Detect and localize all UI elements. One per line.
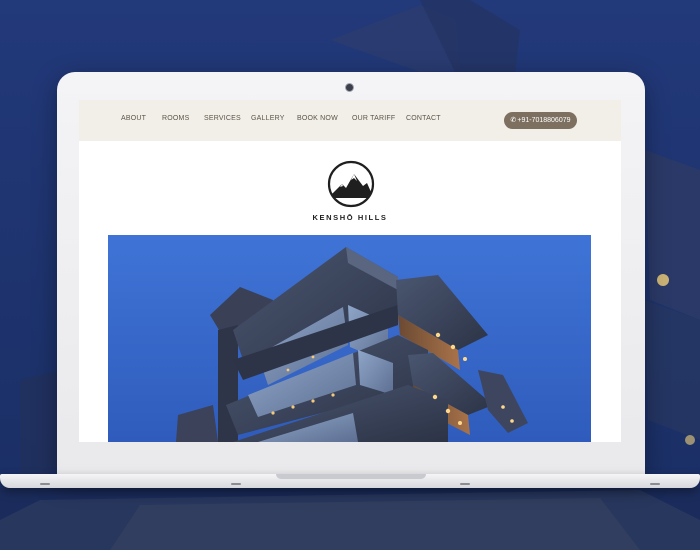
website-screen: ABOUT ROOMS SERVICES GALLERY BOOK NOW OU… xyxy=(79,100,621,442)
laptop-base-notch xyxy=(276,474,426,479)
laptop-foot-mid-left xyxy=(231,483,241,485)
showcase-stage: ABOUT ROOMS SERVICES GALLERY BOOK NOW OU… xyxy=(0,0,700,550)
brand-name: KENSHŌ HILLS xyxy=(312,213,388,222)
hero-building-photo xyxy=(108,235,591,442)
webcam xyxy=(345,83,354,92)
nav-contact[interactable]: CONTACT xyxy=(406,115,441,122)
laptop-base xyxy=(0,474,700,488)
nav-book-now[interactable]: BOOK NOW xyxy=(297,115,338,122)
site-navigation: ABOUT ROOMS SERVICES GALLERY BOOK NOW OU… xyxy=(79,100,621,141)
nav-about[interactable]: ABOUT xyxy=(121,115,146,122)
mountain-logo-icon xyxy=(327,160,375,208)
laptop-foot-mid-right xyxy=(460,483,470,485)
phone-button[interactable]: ✆+91-7018806079 xyxy=(504,112,577,129)
nav-gallery[interactable]: GALLERY xyxy=(251,115,285,122)
brand-logo[interactable]: KENSHŌ HILLS xyxy=(304,160,396,224)
nav-our-tariff[interactable]: OUR TARIFF xyxy=(352,115,395,122)
phone-number: +91-7018806079 xyxy=(517,117,571,124)
nav-rooms[interactable]: ROOMS xyxy=(162,115,189,122)
laptop-foot-right xyxy=(650,483,660,485)
laptop-foot-left xyxy=(40,483,50,485)
nav-services[interactable]: SERVICES xyxy=(204,115,241,122)
phone-icon: ✆ xyxy=(510,117,517,124)
laptop-frame: ABOUT ROOMS SERVICES GALLERY BOOK NOW OU… xyxy=(57,72,645,477)
